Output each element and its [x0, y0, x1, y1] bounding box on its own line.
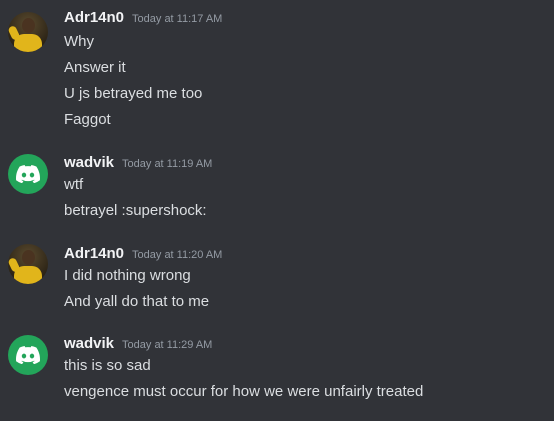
- message-text: Answer it: [64, 59, 126, 76]
- user-avatar[interactable]: [8, 335, 48, 375]
- message-header: wadvik Today at 11:19 AM: [64, 154, 212, 174]
- timestamp: Today at 11:20 AM: [132, 249, 223, 261]
- message-text: And yall do that to me: [64, 293, 210, 310]
- username[interactable]: wadvik: [64, 335, 114, 352]
- timestamp: Today at 11:29 AM: [122, 339, 213, 351]
- message-header: wadvik Today at 11:29 AM: [64, 335, 212, 355]
- user-avatar[interactable]: [8, 12, 48, 52]
- username[interactable]: wadvik: [64, 154, 114, 171]
- username[interactable]: Adr14n0: [64, 245, 124, 262]
- user-avatar[interactable]: [8, 154, 48, 194]
- message-header: Adr14n0 Today at 11:20 AM: [64, 245, 222, 265]
- discord-logo-icon: [16, 165, 40, 183]
- avatar-shirt: [14, 266, 42, 284]
- discord-logo-icon: [16, 346, 40, 364]
- message-text: betrayel :supershock:: [64, 202, 207, 219]
- avatar-head: [22, 18, 35, 33]
- message-header: Adr14n0 Today at 11:17 AM: [64, 9, 222, 29]
- timestamp: Today at 11:17 AM: [132, 13, 223, 25]
- message-text: Why: [64, 33, 94, 50]
- message-text: Faggot: [64, 111, 111, 128]
- message-text: wtf: [64, 176, 84, 193]
- avatar-shirt: [14, 34, 42, 52]
- message-text: I did nothing wrong: [64, 267, 191, 284]
- message-text: this is so sad: [64, 357, 151, 374]
- avatar-head: [22, 250, 35, 265]
- user-avatar[interactable]: [8, 244, 48, 284]
- username[interactable]: Adr14n0: [64, 9, 124, 26]
- timestamp: Today at 11:19 AM: [122, 158, 213, 170]
- message-text: vengence must occur for how we were unfa…: [64, 383, 424, 400]
- message-text: U js betrayed me too: [64, 85, 203, 102]
